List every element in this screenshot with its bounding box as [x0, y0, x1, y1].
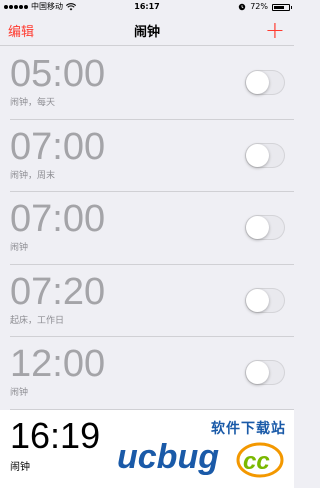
alarm-label: 闹钟，周末	[10, 170, 56, 181]
alarm-toggle[interactable]	[245, 215, 285, 241]
active-alarm-time: 16:19	[10, 415, 101, 456]
alarm-label: 闹钟，每天	[10, 98, 56, 108]
watermark-logo-suffix: cc	[243, 448, 270, 475]
alarm-time: 07:20	[10, 270, 106, 313]
alarm-list: 05:00 闹钟，每天 07:00 闹钟，周末 07:00 闹钟 07:20 起床，工作日 12…	[0, 47, 294, 410]
toggle-knob	[246, 361, 269, 385]
alarm-toggle[interactable]	[245, 287, 285, 313]
battery-icon	[272, 3, 292, 11]
alarm-row[interactable]: 05:00 闹钟，每天	[0, 47, 294, 120]
toggle-knob	[246, 216, 269, 240]
alarm-label: 起床，工作日	[10, 315, 65, 326]
alarm-toggle[interactable]	[245, 142, 285, 168]
watermark-logo-text: ucbug	[117, 438, 219, 476]
nav-bar: 编辑 闹钟 +	[0, 14, 294, 46]
toggle-knob	[246, 143, 269, 167]
alarm-time: 07:00	[10, 125, 106, 168]
status-right: 72%	[238, 0, 292, 14]
alarm-time: 07:00	[10, 198, 106, 241]
watermark-logo: ucbug cc	[117, 438, 284, 478]
status-bar: 中国移动 16:17 72%	[0, 0, 294, 14]
alarm-label: 闹钟	[10, 388, 29, 399]
alarm-clock-icon	[239, 3, 246, 11]
alarm-row[interactable]: 07:20 起床，工作日	[0, 265, 294, 338]
alarm-toggle[interactable]	[245, 360, 285, 386]
battery-percent: 72%	[250, 2, 268, 11]
add-alarm-button[interactable]: +	[265, 15, 285, 45]
toggle-knob	[246, 71, 269, 94]
alarm-time: 12:00	[10, 343, 106, 386]
toggle-knob	[246, 288, 269, 312]
watermark: 软件下载站 ucbug cc	[115, 418, 290, 480]
active-alarm-label: 闹钟	[10, 462, 30, 473]
alarm-time: 05:00	[10, 53, 106, 95]
alarm-label: 闹钟	[10, 243, 29, 254]
alarm-row[interactable]: 07:00 闹钟	[0, 192, 294, 265]
alarm-row[interactable]: 12:00 闹钟	[0, 337, 294, 410]
battery-fill	[274, 5, 285, 9]
page-title: 闹钟	[133, 25, 160, 40]
alarm-row[interactable]: 07:00 闹钟，周末	[0, 120, 294, 193]
alarm-toggle[interactable]	[245, 70, 285, 95]
